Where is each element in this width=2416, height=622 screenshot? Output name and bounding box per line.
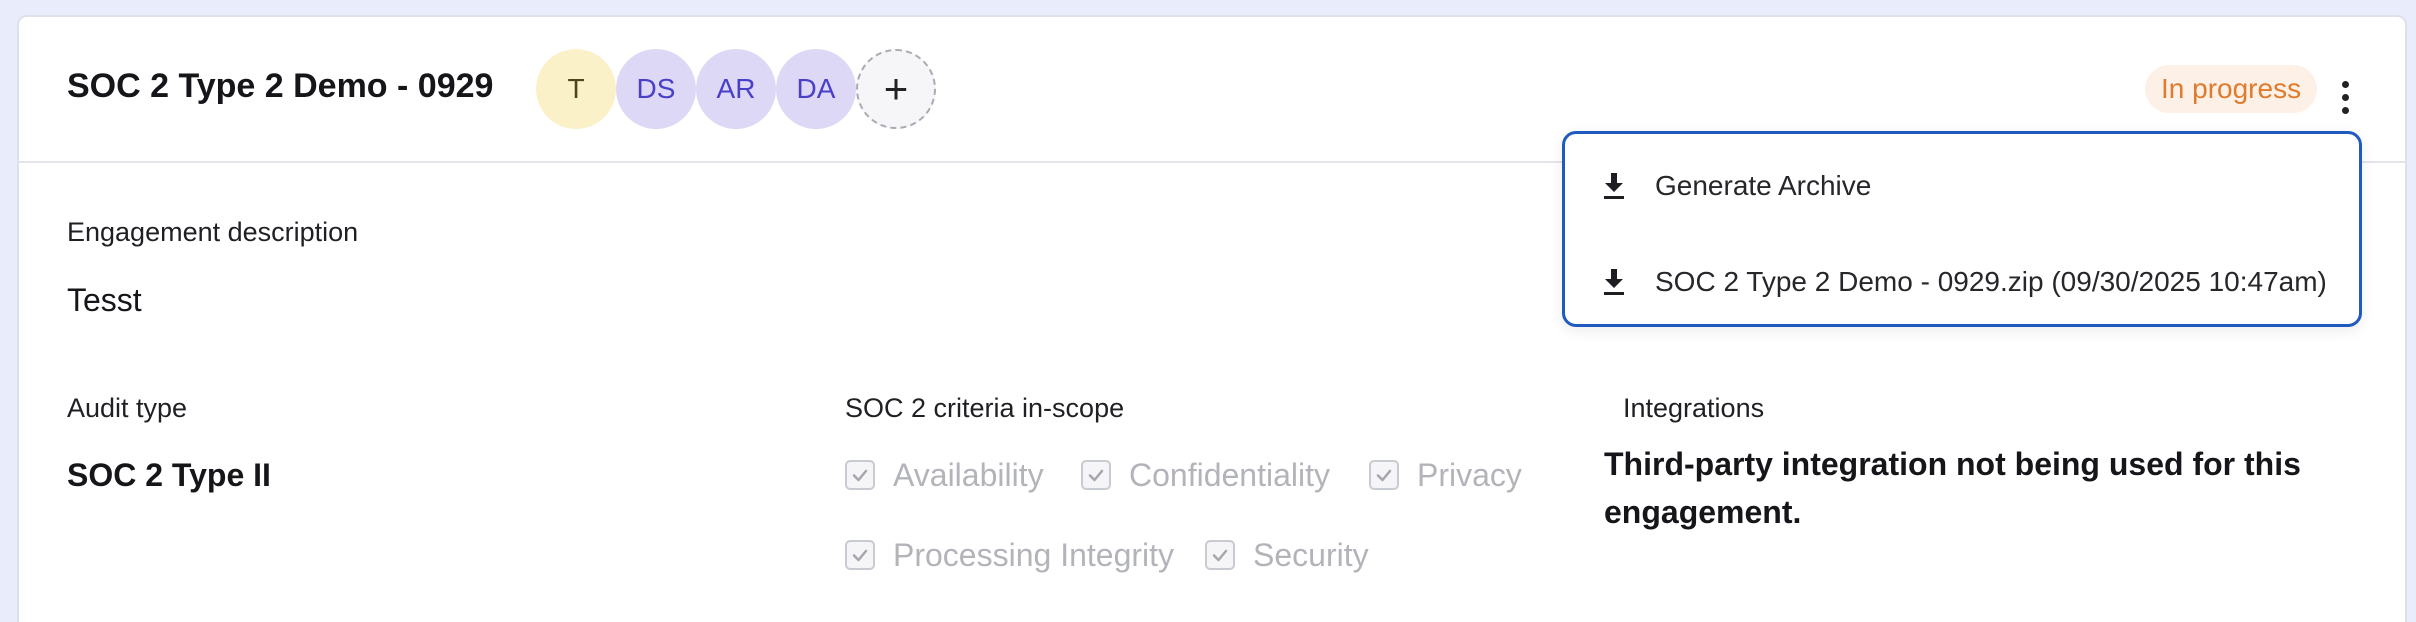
archive-dropdown-menu: Generate Archive SOC 2 Type 2 Demo - 092…: [1562, 131, 2362, 327]
avatar[interactable]: AR: [696, 49, 776, 129]
integrations-label: Integrations: [1623, 393, 1765, 423]
avatar[interactable]: T: [536, 49, 616, 129]
criteria-item-label: Privacy: [1417, 456, 1522, 493]
criteria-availability[interactable]: Availability: [845, 455, 1044, 495]
criteria-item-label: Processing Integrity: [893, 536, 1175, 573]
criteria-item-label: Security: [1253, 536, 1369, 573]
menu-item-download-archive[interactable]: SOC 2 Type 2 Demo - 0929.zip (09/30/2025…: [1565, 250, 2359, 314]
more-options-icon[interactable]: [2329, 73, 2361, 121]
menu-item-label: Generate Archive: [1655, 170, 1872, 201]
criteria-label: SOC 2 criteria in-scope: [845, 393, 1125, 423]
menu-item-generate-archive[interactable]: Generate Archive: [1565, 154, 2359, 218]
checkbox-checked-icon[interactable]: [1205, 540, 1235, 570]
audit-type-label: Audit type: [67, 393, 188, 423]
page-title: SOC 2 Type 2 Demo - 0929: [67, 67, 494, 105]
avatar[interactable]: DS: [616, 49, 696, 129]
criteria-security[interactable]: Security: [1205, 535, 1369, 575]
criteria-item-label: Availability: [893, 456, 1044, 493]
description-label: Engagement description: [67, 217, 359, 247]
add-member-button[interactable]: +: [856, 49, 936, 129]
download-icon: [1601, 170, 1631, 202]
checkbox-checked-icon[interactable]: [845, 460, 875, 490]
criteria-confidentiality[interactable]: Confidentiality: [1081, 455, 1330, 495]
integrations-value: Third-party integration not being used f…: [1604, 446, 2301, 530]
criteria-item-label: Confidentiality: [1129, 456, 1330, 493]
criteria-privacy[interactable]: Privacy: [1369, 455, 1522, 495]
description-value: Tesst: [67, 282, 142, 318]
status-badge: In progress: [2145, 65, 2318, 113]
checkbox-checked-icon[interactable]: [845, 540, 875, 570]
download-icon: [1601, 266, 1631, 298]
criteria-processing-integrity[interactable]: Processing Integrity: [845, 535, 1174, 575]
checkbox-checked-icon[interactable]: [1081, 460, 1111, 490]
menu-item-label: SOC 2 Type 2 Demo - 0929.zip (09/30/2025…: [1655, 266, 2327, 297]
checkbox-checked-icon[interactable]: [1369, 460, 1399, 490]
avatar[interactable]: DA: [776, 49, 856, 129]
audit-type-value: SOC 2 Type II: [67, 457, 271, 493]
